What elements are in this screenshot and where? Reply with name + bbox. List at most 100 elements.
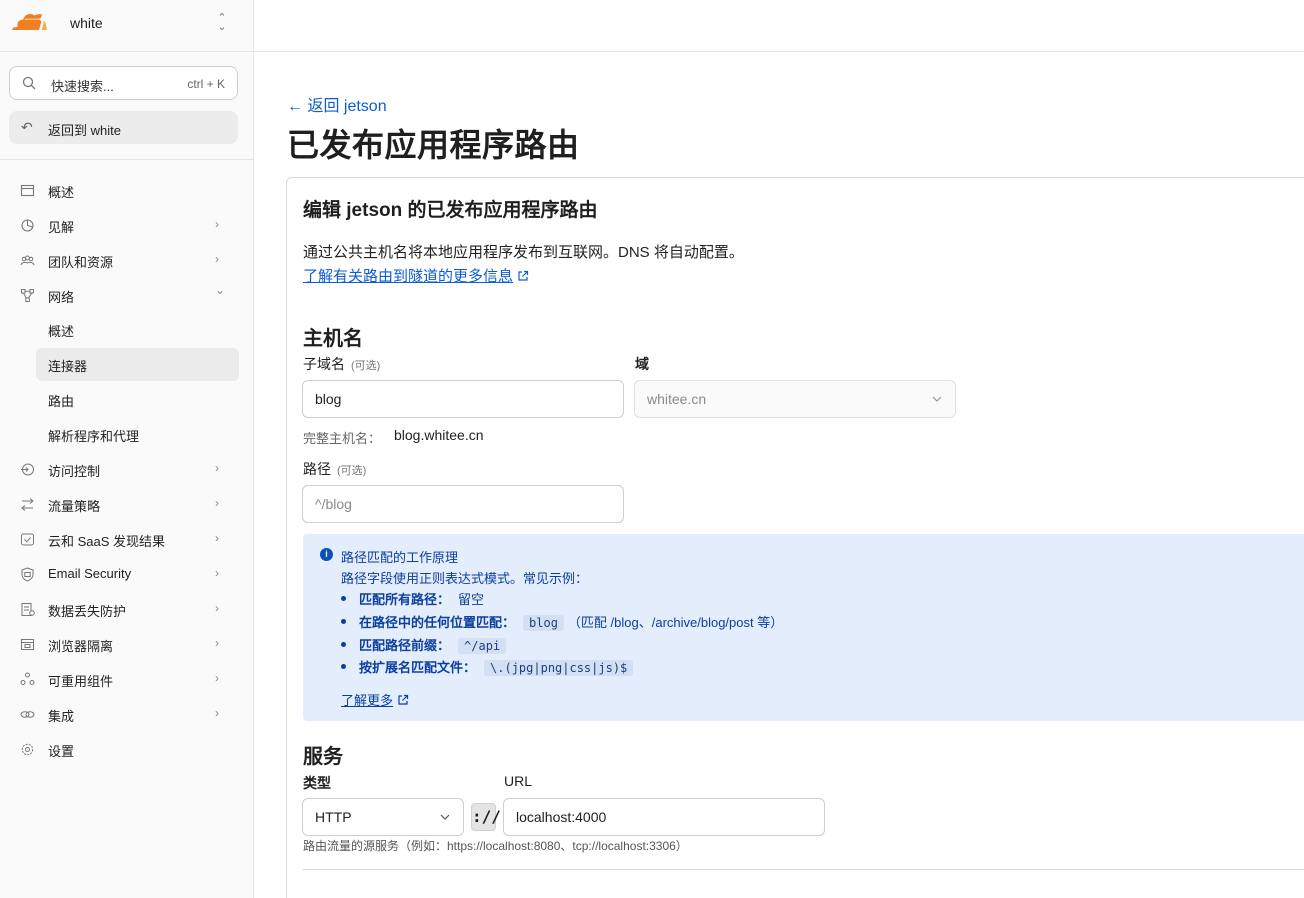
- subnav-label: 解析程序和代理: [48, 429, 140, 444]
- bullet-code: \.(jpg|png|css|js)$: [484, 660, 634, 676]
- chevron-right-icon: ›: [215, 252, 219, 266]
- back-to-account-label: 返回到 white: [48, 123, 121, 138]
- chevron-right-icon: ›: [215, 671, 219, 685]
- back-to-account-button[interactable]: ↶ 返回到 white: [9, 111, 238, 144]
- protocol-separator: ://: [471, 803, 501, 831]
- account-switcher[interactable]: white ⌃ ⌄: [0, 0, 254, 52]
- learn-more-label: 了解有关路由到隧道的更多信息: [303, 268, 514, 285]
- chevron-right-icon: ›: [215, 706, 219, 720]
- pie-chart-icon: [21, 219, 34, 232]
- service-hint: 路由流量的源服务（例如：https://localhost:8080、tcp:/…: [303, 839, 688, 853]
- path-input[interactable]: ^/blog: [302, 485, 624, 523]
- service-type-select[interactable]: HTTP: [302, 798, 464, 836]
- full-hostname-label: 完整主机名：: [303, 431, 382, 446]
- nav-label: 流量策略: [48, 499, 101, 514]
- sidebar-divider: [0, 159, 254, 160]
- traffic-icon: [21, 498, 34, 511]
- nav-item-email-security[interactable]: Email Security ›: [0, 557, 254, 591]
- card-description: 通过公共主机名将本地应用程序发布到互联网。DNS 将自动配置。: [303, 244, 744, 261]
- nav-label: 浏览器隔离: [48, 639, 114, 654]
- nav-item-dlp[interactable]: 数据丢失防护 ›: [0, 592, 254, 626]
- service-type-value: HTTP: [315, 809, 352, 825]
- bullet-text: （匹配 /blog、/archive/blog/post 等）: [567, 615, 784, 630]
- external-link-icon: [518, 270, 529, 281]
- service-url-input[interactable]: localhost:4000: [503, 798, 825, 836]
- nav-label: 云和 SaaS 发现结果: [48, 534, 166, 549]
- nav-label: 集成: [48, 709, 75, 724]
- nav-item-overview[interactable]: 概述: [0, 173, 254, 207]
- card-title: 编辑 jetson 的已发布应用程序路由: [303, 200, 598, 221]
- nav-item-traffic-policy[interactable]: 流量策略 ›: [0, 487, 254, 521]
- chevron-down-icon: [932, 396, 942, 402]
- nav-label: 团队和资源: [48, 255, 114, 270]
- domain-select[interactable]: whitee.cn: [634, 380, 956, 418]
- bullet-bold: 在路径中的任何位置匹配：: [359, 615, 516, 630]
- bullet-dot: [341, 664, 346, 669]
- page-title: 已发布应用程序路由: [287, 127, 580, 163]
- nav-item-teams[interactable]: 团队和资源 ›: [0, 243, 254, 277]
- search-icon: [22, 76, 36, 90]
- chevron-right-icon: ›: [215, 496, 219, 510]
- bullet-code: blog: [523, 615, 564, 631]
- info-bullet: 匹配所有路径： 留空: [341, 589, 484, 608]
- section-divider: [303, 869, 1304, 870]
- subnav-item-resolvers[interactable]: 解析程序和代理: [36, 418, 239, 451]
- components-icon: [20, 672, 35, 685]
- info-learn-more-label: 了解更多: [341, 693, 394, 708]
- nav-item-integrations[interactable]: 集成 ›: [0, 697, 254, 731]
- nav-item-access-control[interactable]: 访问控制 ›: [0, 452, 254, 486]
- gear-icon: [21, 743, 34, 756]
- subnav-label: 概述: [48, 324, 75, 339]
- nav-label: 网络: [48, 290, 75, 305]
- quick-search[interactable]: 快速搜索... ctrl + K: [9, 66, 238, 100]
- browser-icon: [21, 639, 34, 650]
- back-link[interactable]: ← 返回 jetson: [287, 92, 387, 116]
- nav-item-cloud-saas[interactable]: 云和 SaaS 发现结果 ›: [0, 522, 254, 556]
- info-icon: i: [320, 548, 333, 561]
- network-icon: [21, 289, 34, 302]
- chevron-down-icon: [440, 814, 450, 820]
- external-link-icon: [398, 694, 409, 705]
- subnav-item-connectors[interactable]: 连接器: [36, 348, 239, 381]
- url-label: URL: [504, 773, 533, 789]
- full-hostname-value: blog.whitee.cn: [394, 427, 484, 443]
- nav-item-reusable-components[interactable]: 可重用组件 ›: [0, 662, 254, 696]
- subnav-item-routes[interactable]: 路由: [36, 383, 239, 416]
- bullet-dot: [341, 619, 346, 624]
- bullet-dot: [341, 596, 346, 601]
- chevron-right-icon: ›: [215, 217, 219, 231]
- login-icon: [21, 463, 34, 476]
- domain-label: 域: [635, 356, 649, 372]
- info-learn-more-link[interactable]: 了解更多: [341, 690, 409, 709]
- service-url-value: localhost:4000: [516, 809, 607, 825]
- nav-item-browser-isolation[interactable]: 浏览器隔离 ›: [0, 627, 254, 661]
- learn-more-link[interactable]: 了解有关路由到隧道的更多信息: [303, 265, 529, 286]
- path-label-text: 路径: [303, 461, 331, 477]
- chevron-right-icon: ›: [215, 636, 219, 650]
- nav-item-network[interactable]: 网络 ⌄: [0, 278, 254, 312]
- subnav-label: 路由: [48, 394, 75, 409]
- optional-tag: (可选): [337, 465, 367, 477]
- subnav-item-overview[interactable]: 概述: [36, 313, 239, 346]
- chevron-down-icon: ⌄: [215, 283, 226, 297]
- nav-item-settings[interactable]: 设置: [0, 732, 254, 766]
- hostname-section-title: 主机名: [303, 328, 363, 350]
- sidebar: white ⌃ ⌄ 快速搜索... ctrl + K ↶ 返回到 white 概述…: [0, 0, 254, 898]
- nav-label: 概述: [48, 185, 75, 200]
- subdomain-input[interactable]: blog: [302, 380, 624, 418]
- chevron-right-icon: ›: [215, 601, 219, 615]
- nav-label: Email Security: [48, 566, 132, 581]
- nav-label: 见解: [48, 220, 75, 235]
- nav-label: 数据丢失防护: [48, 604, 127, 619]
- people-icon: [20, 255, 35, 266]
- info-subtitle: 路径字段使用正则表达式模式。常见示例：: [341, 571, 589, 586]
- return-arrow-icon: ↶: [21, 119, 33, 135]
- bullet-text: 留空: [458, 592, 485, 607]
- bullet-dot: [341, 642, 346, 647]
- info-bullet: 按扩展名匹配文件： \.(jpg|png|css|js)$: [341, 657, 634, 676]
- nav-label: 设置: [48, 744, 75, 759]
- chevron-updown-icon: ⌃ ⌄: [217, 12, 227, 33]
- nav-item-insights[interactable]: 见解 ›: [0, 208, 254, 242]
- path-label: 路径 (可选): [303, 459, 366, 479]
- window-icon: [20, 184, 35, 197]
